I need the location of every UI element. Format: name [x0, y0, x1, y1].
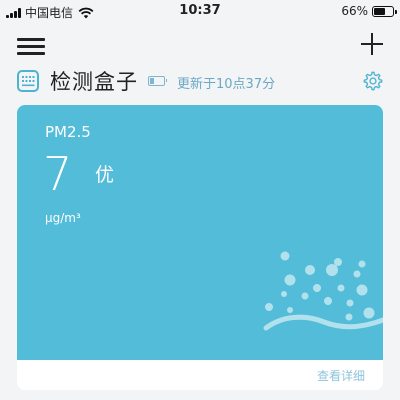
- pollutant-value: 7: [43, 147, 73, 201]
- gear-icon[interactable]: [362, 70, 384, 92]
- device-header: 检测盒子 更新于10点37分: [17, 68, 384, 96]
- update-time: 更新于10点37分: [177, 77, 276, 92]
- device-name: 检测盒子: [50, 70, 138, 94]
- status-right: 66%: [341, 4, 397, 18]
- pollutant-label: PM2.5: [45, 123, 91, 141]
- sensor-box-icon: [17, 70, 39, 92]
- battery-icon: [372, 5, 397, 17]
- status-bar: 中国电信 10:37 66%: [0, 0, 400, 24]
- pollutant-unit: μg/m³: [45, 211, 81, 225]
- reading-panel: PM2.5 7 优 μg/m³: [17, 105, 383, 360]
- air-quality-level: 优: [95, 164, 115, 186]
- card-footer: 查看详细: [17, 360, 383, 390]
- status-time: 10:37: [179, 3, 221, 18]
- particles-wave-icon: [263, 251, 383, 331]
- view-details-link[interactable]: 查看详细: [317, 367, 365, 384]
- battery-fill: [374, 7, 386, 15]
- battery-percentage: 66%: [341, 4, 368, 18]
- hamburger-menu-icon[interactable]: [17, 36, 45, 56]
- add-device-button[interactable]: [361, 33, 383, 55]
- air-quality-card[interactable]: PM2.5 7 优 μg/m³ 查看详细: [17, 105, 383, 390]
- battery-low-icon: [148, 76, 167, 86]
